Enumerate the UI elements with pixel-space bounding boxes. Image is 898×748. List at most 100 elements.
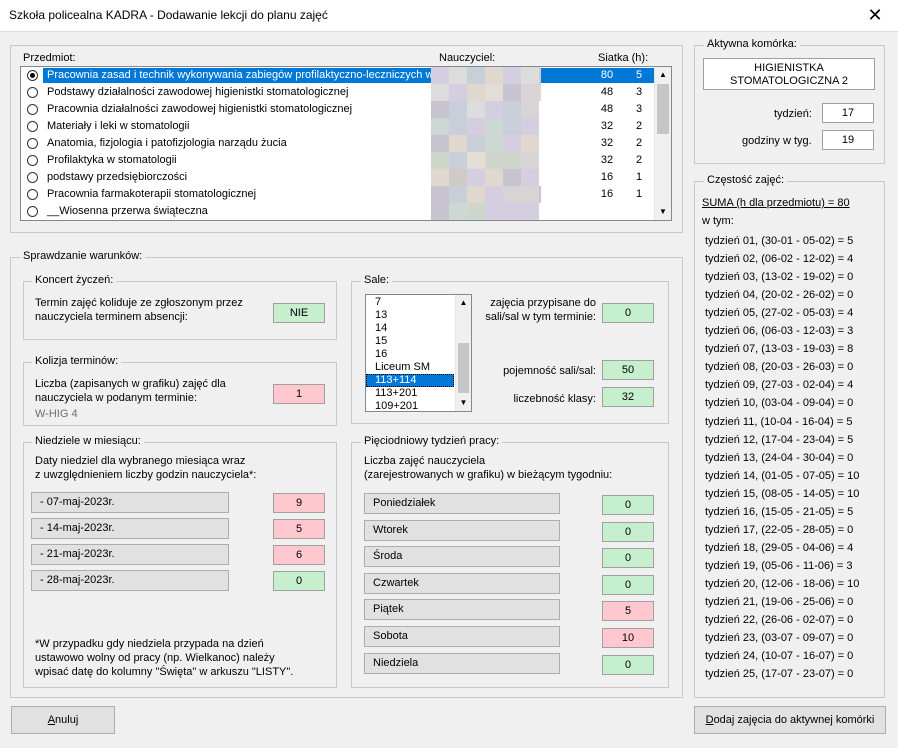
subject-name: Pracownia działalności zawodowej higieni… (47, 103, 353, 115)
pixel-block (431, 169, 449, 186)
sundays-footnote2: ustawowo wolny od pracy (np. Wielkanoc) … (35, 652, 275, 664)
week-frequency-line: tydzień 18, (29-05 - 04-06) = 4 (705, 541, 854, 554)
weekday-button[interactable]: Piątek (364, 599, 560, 621)
rooms-list[interactable]: 7 13 14 15 16 Liceum SM 113+114 113+201 109+201 … (365, 294, 472, 412)
sunday-date-button[interactable]: - 28-maj-2023r. (31, 570, 229, 591)
collision-line1: Liczba (zapisanych w grafiku) zajęć dla (35, 378, 226, 390)
weekday-button[interactable]: Wtorek (364, 519, 560, 541)
subject-hours: 16 (600, 188, 614, 200)
cancel-button[interactable]: Anuluj (11, 706, 115, 734)
teacher-header: Nauczyciel: (439, 52, 496, 64)
weekday-count-value: 0 (602, 548, 654, 569)
pixel-block (485, 135, 503, 152)
rooms-scroll-down-icon[interactable]: ▼ (456, 395, 471, 411)
title-bar: Szkoła policealna KADRA - Dodawanie lekc… (0, 0, 898, 32)
room-item[interactable]: 15 (366, 335, 454, 348)
room-item[interactable]: 113+114 (366, 374, 454, 387)
pixel-block (467, 220, 485, 221)
pixel-block (521, 135, 539, 152)
collision-value: 1 (273, 384, 325, 404)
active-cell-value: HIGIENISTKA STOMATOLOGICZNA 2 (703, 58, 875, 90)
pixel-block (539, 84, 541, 101)
radio-icon[interactable] (27, 138, 38, 149)
pixel-block (521, 101, 539, 118)
pixel-block (521, 203, 539, 220)
weekday-button[interactable]: Sobota (364, 626, 560, 647)
active-cell-title: Aktywna komórka: (704, 38, 800, 51)
pixel-block (467, 101, 485, 118)
pixel-block (503, 152, 521, 169)
sundays-line1: Daty niedziel dla wybranego miesiąca wra… (35, 455, 246, 467)
workweek-title: Pięciodniowy tydzień pracy: (361, 435, 503, 448)
pixel-block (449, 135, 467, 152)
rooms-assigned-line2: sali/sal w tym terminie: (485, 311, 596, 323)
weekday-button[interactable]: Czwartek (364, 572, 560, 594)
weekday-button[interactable]: Środa (364, 546, 560, 568)
pixel-block (503, 67, 521, 84)
room-item[interactable]: 109+201 (366, 400, 454, 411)
scroll-down-icon[interactable]: ▼ (655, 204, 671, 220)
rooms-scrollbar[interactable]: ▲ ▼ (455, 295, 471, 411)
subject-row[interactable]: Pracownia farmakoterapii stomatologiczne… (21, 186, 651, 203)
week-frequency-line: tydzień 03, (13-02 - 19-02) = 0 (705, 271, 854, 284)
subject-weekly: 2 (635, 137, 643, 149)
week-frequency-line: tydzień 14, (01-05 - 07-05) = 10 (705, 469, 860, 482)
pixel-block (449, 67, 467, 84)
subject-row[interactable]: Pracownia działalności zawodowej higieni… (21, 101, 651, 118)
subject-row[interactable]: Podstawy działalności zawodowej higienis… (21, 84, 651, 101)
radio-icon[interactable] (27, 189, 38, 200)
subject-weekly: 1 (635, 171, 643, 183)
capacity-value: 50 (602, 360, 654, 380)
radio-icon[interactable] (27, 104, 38, 115)
pixel-block (485, 220, 503, 221)
subject-list-scrollbar[interactable]: ▲ ▼ (654, 67, 671, 220)
add-to-active-cell-button[interactable]: Dodaj zajęcia do aktywnej komórki (694, 706, 886, 734)
pixel-block (503, 84, 521, 101)
sunday-date-button[interactable]: - 21-maj-2023r. (31, 544, 229, 565)
subject-weekly: 5 (635, 69, 643, 81)
weekday-count-value: 5 (602, 601, 654, 622)
room-item[interactable]: 113+201 (366, 387, 454, 400)
scroll-up-icon[interactable]: ▲ (655, 67, 671, 83)
subject-row[interactable]: podstawy przedsiębiorczości 16 1 (21, 169, 651, 186)
pixel-block (431, 152, 449, 169)
rooms-scroll-thumb[interactable] (458, 343, 469, 393)
weekday-button[interactable]: Niedziela (364, 652, 560, 674)
subject-weekly: 2 (635, 154, 643, 166)
pixel-block (539, 186, 541, 203)
subject-name: Profilaktyka w stomatologii (47, 154, 177, 166)
pixel-block (503, 135, 521, 152)
subject-list[interactable]: Pracownia zasad i technik wykonywania za… (20, 66, 672, 221)
rooms-scroll-up-icon[interactable]: ▲ (456, 295, 471, 311)
pixel-block (467, 186, 485, 203)
room-item[interactable]: 13 (366, 309, 454, 322)
sunday-date-button[interactable]: - 14-maj-2023r. (31, 518, 229, 539)
cancel-button-label: nuluj (55, 714, 79, 726)
room-item[interactable]: 7 (366, 296, 454, 309)
subject-row[interactable]: Profilaktyka w stomatologii 32 2 (21, 152, 651, 169)
room-item[interactable]: Liceum SM (366, 361, 454, 374)
room-item[interactable]: 14 (366, 322, 454, 335)
subject-row[interactable]: Pracownia zasad i technik wykonywania za… (21, 67, 665, 84)
subject-row[interactable]: Materiały i leki w stomatologii 32 2 (21, 118, 651, 135)
radio-icon[interactable] (27, 121, 38, 132)
radio-icon[interactable] (27, 155, 38, 166)
weekday-button[interactable]: Poniedziałek (364, 493, 560, 514)
pixel-block (431, 118, 449, 135)
pixel-block (431, 67, 449, 84)
radio-icon[interactable] (27, 206, 38, 217)
close-icon[interactable]: ✕ (852, 0, 898, 32)
pixel-block (431, 186, 449, 203)
pixel-block (485, 84, 503, 101)
sunday-date-button[interactable]: - 07-maj-2023r. (31, 492, 229, 513)
subject-row[interactable]: __Wiosenna przerwa świąteczna (21, 203, 651, 220)
subject-row[interactable]: Anatomia, fizjologia i patofizjologia na… (21, 135, 651, 152)
pixel-block (503, 101, 521, 118)
radio-icon[interactable] (27, 172, 38, 183)
room-item[interactable]: 16 (366, 348, 454, 361)
radio-icon[interactable] (27, 87, 38, 98)
scroll-thumb[interactable] (657, 84, 669, 134)
subject-weekly: 3 (635, 103, 643, 115)
radio-icon[interactable] (27, 70, 38, 81)
pixel-block (503, 203, 521, 220)
